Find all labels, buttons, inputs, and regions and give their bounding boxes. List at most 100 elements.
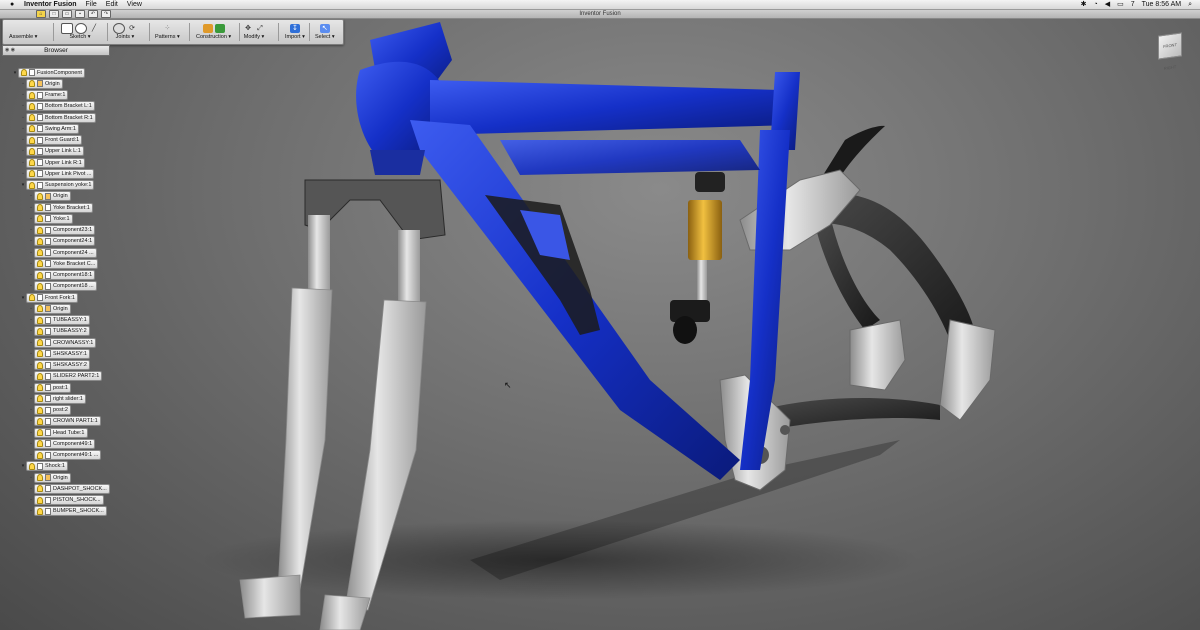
visibility-bulb-icon[interactable]: [29, 170, 35, 178]
visibility-bulb-icon[interactable]: [37, 305, 43, 313]
browser-tree-node[interactable]: ◦ BUMPER_SHOCK...: [28, 506, 107, 517]
pattern-icon[interactable]: ⁘: [162, 24, 172, 33]
browser-tree-node[interactable]: ◦ Swing Arm:1: [20, 123, 79, 134]
visibility-bulb-icon[interactable]: [37, 384, 43, 391]
browser-node-pill[interactable]: Origin: [34, 191, 71, 202]
browser-header[interactable]: ◉ ◉ Browser: [2, 45, 110, 56]
visibility-bulb-icon[interactable]: [37, 350, 43, 358]
browser-node-pill[interactable]: Head Tube:1: [34, 427, 88, 438]
browser-tree-node[interactable]: ◦ Head Tube:1: [28, 427, 88, 438]
visibility-bulb-icon[interactable]: [21, 69, 27, 76]
browser-node-pill[interactable]: Component24:1: [34, 236, 96, 247]
visibility-bulb-icon[interactable]: [29, 147, 35, 155]
browser-node-pill[interactable]: SHSKASSY:1: [34, 348, 90, 359]
visibility-bulb-icon[interactable]: [37, 417, 43, 425]
browser-node-pill[interactable]: Upper Link L:1: [26, 146, 84, 157]
volume-icon[interactable]: ◀: [1105, 0, 1110, 9]
ribbon-group-modify[interactable]: ✥ ⤢ Modify ▾: [243, 22, 265, 42]
visibility-bulb-icon[interactable]: [37, 226, 43, 234]
browser-tree-node[interactable]: ◦ SHSKASSY:2: [28, 360, 90, 370]
visibility-bulb-icon[interactable]: [29, 102, 35, 110]
open-file-icon[interactable]: ▭: [62, 10, 72, 18]
browser-tree-node[interactable]: ◦ SLIDER2 PART2:1: [28, 371, 103, 382]
ribbon-group-joints[interactable]: ⟳ Joints ▾: [113, 22, 137, 42]
browser-tree-node[interactable]: ▾ Shock:1: [20, 461, 68, 472]
visibility-bulb-icon[interactable]: [37, 440, 43, 448]
menu-app-name[interactable]: Inventor Fusion: [24, 0, 77, 9]
browser-node-pill[interactable]: Front Fork:1: [26, 292, 78, 303]
visibility-bulb-icon[interactable]: [37, 474, 43, 481]
visibility-bulb-icon[interactable]: [37, 485, 43, 493]
construction-axis-icon[interactable]: [214, 23, 225, 33]
browser-node-pill[interactable]: Origin: [34, 472, 71, 483]
browser-tree-node[interactable]: ◦ right slider:1: [28, 393, 86, 404]
browser-node-pill[interactable]: Frame:1: [26, 90, 69, 100]
browser-tree-node[interactable]: ◦ Component24 ...: [28, 247, 97, 258]
browser-tree-node[interactable]: ◦ Origin: [28, 472, 71, 483]
browser-node-pill[interactable]: Upper Link R:1: [26, 157, 85, 168]
viewport-3d-model[interactable]: [0, 0, 1200, 630]
menu-edit[interactable]: Edit: [106, 0, 118, 9]
visibility-bulb-icon[interactable]: [37, 271, 43, 279]
browser-tree-node[interactable]: ◦ Origin: [20, 78, 63, 89]
browser-tree-node[interactable]: ▾ Suspension yoke:1: [20, 180, 95, 190]
undo-icon[interactable]: ↶: [88, 10, 98, 18]
visibility-bulb-icon[interactable]: [37, 237, 43, 245]
browser-node-pill[interactable]: right slider:1: [34, 393, 86, 404]
browser-node-pill[interactable]: Component18:1: [34, 270, 96, 280]
browser-tree-node[interactable]: ▾ FusionComponent: [12, 67, 85, 78]
bluetooth-icon[interactable]: ✱: [1081, 0, 1087, 9]
browser-node-pill[interactable]: Origin: [34, 303, 71, 314]
visibility-bulb-icon[interactable]: [37, 339, 43, 346]
browser-tree-node[interactable]: ◦ TUBEASSY:2: [28, 326, 90, 337]
ribbon-group-construction[interactable]: Construction ▾: [196, 22, 231, 42]
visibility-bulb-icon[interactable]: [29, 136, 35, 144]
browser-node-pill[interactable]: Swing Arm:1: [26, 123, 79, 134]
browser-node-pill[interactable]: Shock:1: [26, 461, 68, 472]
circle-icon[interactable]: [75, 22, 87, 34]
browser-tree-node[interactable]: ◦ Upper Link Pivot ...: [20, 168, 95, 179]
ribbon-group-select[interactable]: ↖ Select ▾: [315, 22, 335, 42]
ribbon-group-patterns[interactable]: ⁘ Patterns ▾: [155, 22, 180, 42]
browser-tree-node[interactable]: ◦ Bottom Bracket R:1: [20, 112, 96, 123]
browser-node-pill[interactable]: BUMPER_SHOCK...: [34, 506, 107, 517]
browser-node-pill[interactable]: CROWNASSY:1: [34, 337, 97, 348]
browser-tree-node[interactable]: ▾ Front Fork:1: [20, 292, 78, 303]
new-file-icon[interactable]: □: [49, 10, 59, 18]
browser-tree-node[interactable]: ◦ Yoke Bracket:1: [28, 202, 93, 213]
visibility-bulb-icon[interactable]: [29, 181, 35, 189]
ribbon-group-sketch[interactable]: ╱ Sketch ▾: [61, 22, 99, 42]
visibility-bulb-icon[interactable]: [29, 462, 35, 470]
view-cube[interactable]: FRONT RIGHT: [1158, 32, 1182, 71]
browser-tree-node[interactable]: ◦ post:1: [28, 382, 71, 393]
import-icon[interactable]: ↧: [289, 23, 300, 33]
browser-node-pill[interactable]: Upper Link Pivot ...: [26, 168, 95, 179]
rectangle-icon[interactable]: [61, 22, 73, 34]
battery-icon[interactable]: ▭: [1117, 0, 1124, 9]
home-icon[interactable]: ⌂: [36, 10, 46, 18]
browser-tree-node[interactable]: ◦ Component23:1: [28, 225, 96, 235]
visibility-bulb-icon[interactable]: [37, 496, 43, 504]
browser-tree-node[interactable]: ◦ Bottom Bracket L:1: [20, 101, 95, 112]
panel-pin-icon[interactable]: ◉ ◉: [5, 46, 15, 55]
visibility-bulb-icon[interactable]: [29, 125, 35, 133]
browser-tree-node[interactable]: ◦ SHSKASSY:1: [28, 348, 90, 359]
browser-node-pill[interactable]: Origin: [26, 78, 63, 89]
visibility-bulb-icon[interactable]: [37, 395, 43, 403]
browser-tree-node[interactable]: ◦ CROWN PART1:1: [28, 416, 101, 427]
visibility-bulb-icon[interactable]: [37, 260, 43, 268]
browser-node-pill[interactable]: Suspension yoke:1: [26, 180, 95, 190]
visibility-bulb-icon[interactable]: [29, 159, 35, 166]
browser-node-pill[interactable]: Front Guard:1: [26, 135, 83, 145]
visibility-bulb-icon[interactable]: [37, 361, 43, 369]
browser-node-pill[interactable]: Bottom Bracket L:1: [26, 101, 95, 112]
browser-node-pill[interactable]: Yoke:1: [34, 213, 73, 224]
visibility-bulb-icon[interactable]: [29, 114, 35, 121]
menu-view[interactable]: View: [127, 0, 142, 9]
visibility-bulb-icon[interactable]: [37, 215, 43, 223]
browser-tree-node[interactable]: ◦ post:2: [28, 405, 71, 415]
browser-tree-node[interactable]: ◦ Component49:1 ...: [28, 450, 102, 460]
browser-tree-node[interactable]: ◦ CROWNASSY:1: [28, 337, 97, 348]
browser-node-pill[interactable]: post:1: [34, 382, 71, 393]
browser-node-pill[interactable]: Bottom Bracket R:1: [26, 112, 96, 123]
